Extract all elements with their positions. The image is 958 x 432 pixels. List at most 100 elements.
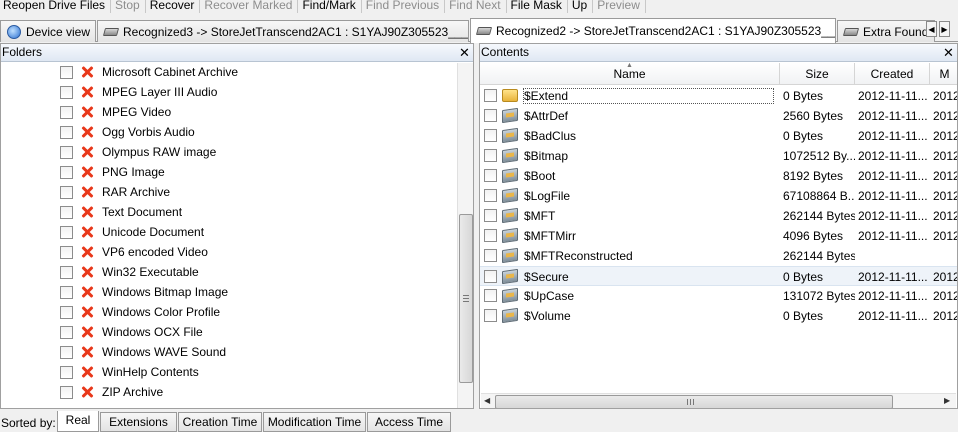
folder-checkbox[interactable] — [60, 146, 73, 159]
table-row[interactable]: $MFT 262144 Bytes2012-11-11... 2012 — [480, 206, 957, 226]
close-icon[interactable]: ✕ — [943, 44, 954, 61]
folder-item-vp6-encoded-video[interactable]: VP6 encoded Video — [1, 243, 457, 263]
folder-checkbox[interactable] — [60, 206, 73, 219]
column-header-name[interactable]: ▲ Name — [480, 63, 780, 85]
row-checkbox[interactable] — [484, 229, 497, 242]
row-checkbox[interactable] — [484, 149, 497, 162]
folder-checkbox[interactable] — [60, 186, 73, 199]
folder-checkbox[interactable] — [60, 346, 73, 359]
table-row[interactable]: $Extend 0 Bytes 2012-11-11... 2012 — [480, 86, 957, 106]
table-row[interactable]: $UpCase 131072 Bytes2012-11-11... 2012 — [480, 286, 957, 306]
row-checkbox[interactable] — [484, 169, 497, 182]
column-header-created[interactable]: Created — [855, 63, 930, 85]
folder-checkbox[interactable] — [60, 246, 73, 259]
folder-item-label: ZIP Archive — [102, 385, 164, 399]
row-checkbox[interactable] — [484, 89, 497, 102]
folders-panel-header: Folders ✕ — [1, 44, 473, 62]
folder-item-zip-archive[interactable]: ZIP Archive — [1, 383, 457, 403]
chevron-right-icon: ▶ — [941, 24, 948, 34]
toolbar-stop-button[interactable]: Stop — [111, 0, 146, 13]
scroll-left-icon[interactable]: ◀ — [484, 396, 490, 405]
folder-item-microsoft-cabinet-archive[interactable]: Microsoft Cabinet Archive — [1, 63, 457, 83]
folder-item-olympus-raw-image[interactable]: Olympus RAW image — [1, 143, 457, 163]
folder-item-windows-wave-sound[interactable]: Windows WAVE Sound — [1, 343, 457, 363]
folder-checkbox[interactable] — [60, 366, 73, 379]
scroll-right-icon[interactable]: ▶ — [944, 396, 950, 405]
folder-item-ogg-vorbis-audio[interactable]: Ogg Vorbis Audio — [1, 123, 457, 143]
folder-item-rar-archive[interactable]: RAR Archive — [1, 183, 457, 203]
table-row[interactable]: $Volume 0 Bytes 2012-11-11... 2012 — [480, 306, 957, 326]
row-checkbox[interactable] — [484, 289, 497, 302]
toolbar-find-previous-button[interactable]: Find Previous — [362, 0, 446, 13]
folder-checkbox[interactable] — [60, 326, 73, 339]
toolbar-recover-marked-button[interactable]: Recover Marked — [200, 0, 299, 13]
folder-item-unicode-document[interactable]: Unicode Document — [1, 223, 457, 243]
folder-checkbox[interactable] — [60, 66, 73, 79]
folder-item-text-document[interactable]: Text Document — [1, 203, 457, 223]
column-header-modified[interactable]: M — [930, 63, 957, 85]
sort-tab-extensions[interactable]: Extensions — [100, 412, 177, 432]
table-row[interactable]: $MFTMirr 4096 Bytes 2012-11-11... 2012 — [480, 226, 957, 246]
toolbar-reopen-drive-files-button[interactable]: Reopen Drive Files — [0, 0, 112, 13]
sort-tab-real[interactable]: Real — [57, 411, 99, 432]
folder-checkbox[interactable] — [60, 106, 73, 119]
table-row[interactable]: $MFTReconstructed 262144 Bytes — [480, 246, 957, 266]
sorted-by-label: Sorted by: — [1, 416, 56, 430]
file-name: $Boot — [524, 169, 556, 183]
folder-item-windows-bitmap-image[interactable]: Windows Bitmap Image — [1, 283, 457, 303]
folder-checkbox[interactable] — [60, 386, 73, 399]
folder-checkbox[interactable] — [60, 166, 73, 179]
folder-item-win32-executable[interactable]: Win32 Executable — [1, 263, 457, 283]
tab-scroll-left-button[interactable]: ◀ — [926, 21, 937, 37]
folder-checkbox[interactable] — [60, 306, 73, 319]
sort-bar: Sorted by: Real Extensions Creation Time Mo… — [0, 411, 958, 432]
row-checkbox[interactable] — [484, 249, 497, 262]
table-row[interactable]: $LogFile 67108864 B...2012-11-11... 2012 — [480, 186, 957, 206]
toolbar-recover-button[interactable]: Recover — [146, 0, 201, 13]
folder-item-mpeg-layer-iii-audio[interactable]: MPEG Layer III Audio — [1, 83, 457, 103]
row-checkbox[interactable] — [484, 109, 497, 122]
table-row[interactable]: $Bitmap 1072512 By...2012-11-11... 2012 — [480, 146, 957, 166]
folder-checkbox[interactable] — [60, 266, 73, 279]
tab-recognized2[interactable]: Recognized2 -> StoreJetTranscend2AC1 : S… — [470, 18, 836, 43]
tab-extra-found[interactable]: Extra Found — [837, 20, 935, 42]
sort-tab-creation-time[interactable]: Creation Time — [178, 412, 262, 432]
table-row[interactable]: $Secure 0 Bytes 2012-11-11... 2012 — [480, 266, 957, 286]
row-checkbox[interactable] — [484, 129, 497, 142]
toolbar-preview-button[interactable]: Preview — [593, 0, 646, 13]
folder-item-png-image[interactable]: PNG Image — [1, 163, 457, 183]
folder-item-windows-color-profile[interactable]: Windows Color Profile — [1, 303, 457, 323]
contents-scroll-thumb[interactable] — [495, 395, 893, 408]
row-checkbox[interactable] — [484, 270, 497, 283]
folders-vertical-scrollbar[interactable] — [457, 63, 473, 408]
folder-item-winhelp-contents[interactable]: WinHelp Contents — [1, 363, 457, 383]
close-icon[interactable]: ✕ — [459, 44, 470, 61]
toolbar-up-button[interactable]: Up — [568, 0, 594, 13]
file-size: 8192 Bytes — [783, 169, 844, 183]
folder-checkbox[interactable] — [60, 126, 73, 139]
table-row[interactable]: $AttrDef 2560 Bytes 2012-11-11... 2012 — [480, 106, 957, 126]
toolbar-find-next-button[interactable]: Find Next — [445, 0, 507, 13]
folders-scroll-thumb[interactable] — [459, 214, 473, 383]
sort-tab-access-time[interactable]: Access Time — [367, 412, 451, 432]
sort-tab-modification-time[interactable]: Modification Time — [263, 412, 366, 432]
column-header-size[interactable]: Size — [780, 63, 855, 85]
contents-horizontal-scrollbar[interactable]: ◀ ▶ — [481, 393, 956, 408]
folder-item-windows-ocx-file[interactable]: Windows OCX File — [1, 323, 457, 343]
tab-device-view[interactable]: Device view — [0, 20, 96, 42]
file-modified: 2012 — [933, 309, 957, 323]
tab-recognized3[interactable]: Recognized3 -> StoreJetTranscend2AC1 : S… — [97, 20, 469, 42]
folder-checkbox[interactable] — [60, 86, 73, 99]
folder-checkbox[interactable] — [60, 286, 73, 299]
folder-checkbox[interactable] — [60, 226, 73, 239]
table-row[interactable]: $Boot 8192 Bytes 2012-11-11... 2012 — [480, 166, 957, 186]
folder-item-mpeg-video[interactable]: MPEG Video — [1, 103, 457, 123]
table-row[interactable]: $BadClus 0 Bytes 2012-11-11... 2012 — [480, 126, 957, 146]
row-checkbox[interactable] — [484, 209, 497, 222]
toolbar-file-mask-button[interactable]: File Mask — [507, 0, 568, 13]
tab-scroll-right-button[interactable]: ▶ — [939, 21, 950, 37]
row-checkbox[interactable] — [484, 309, 497, 322]
toolbar-find-mark-button[interactable]: Find/Mark — [298, 0, 362, 13]
file-name: $MFTMirr — [524, 229, 576, 243]
row-checkbox[interactable] — [484, 189, 497, 202]
